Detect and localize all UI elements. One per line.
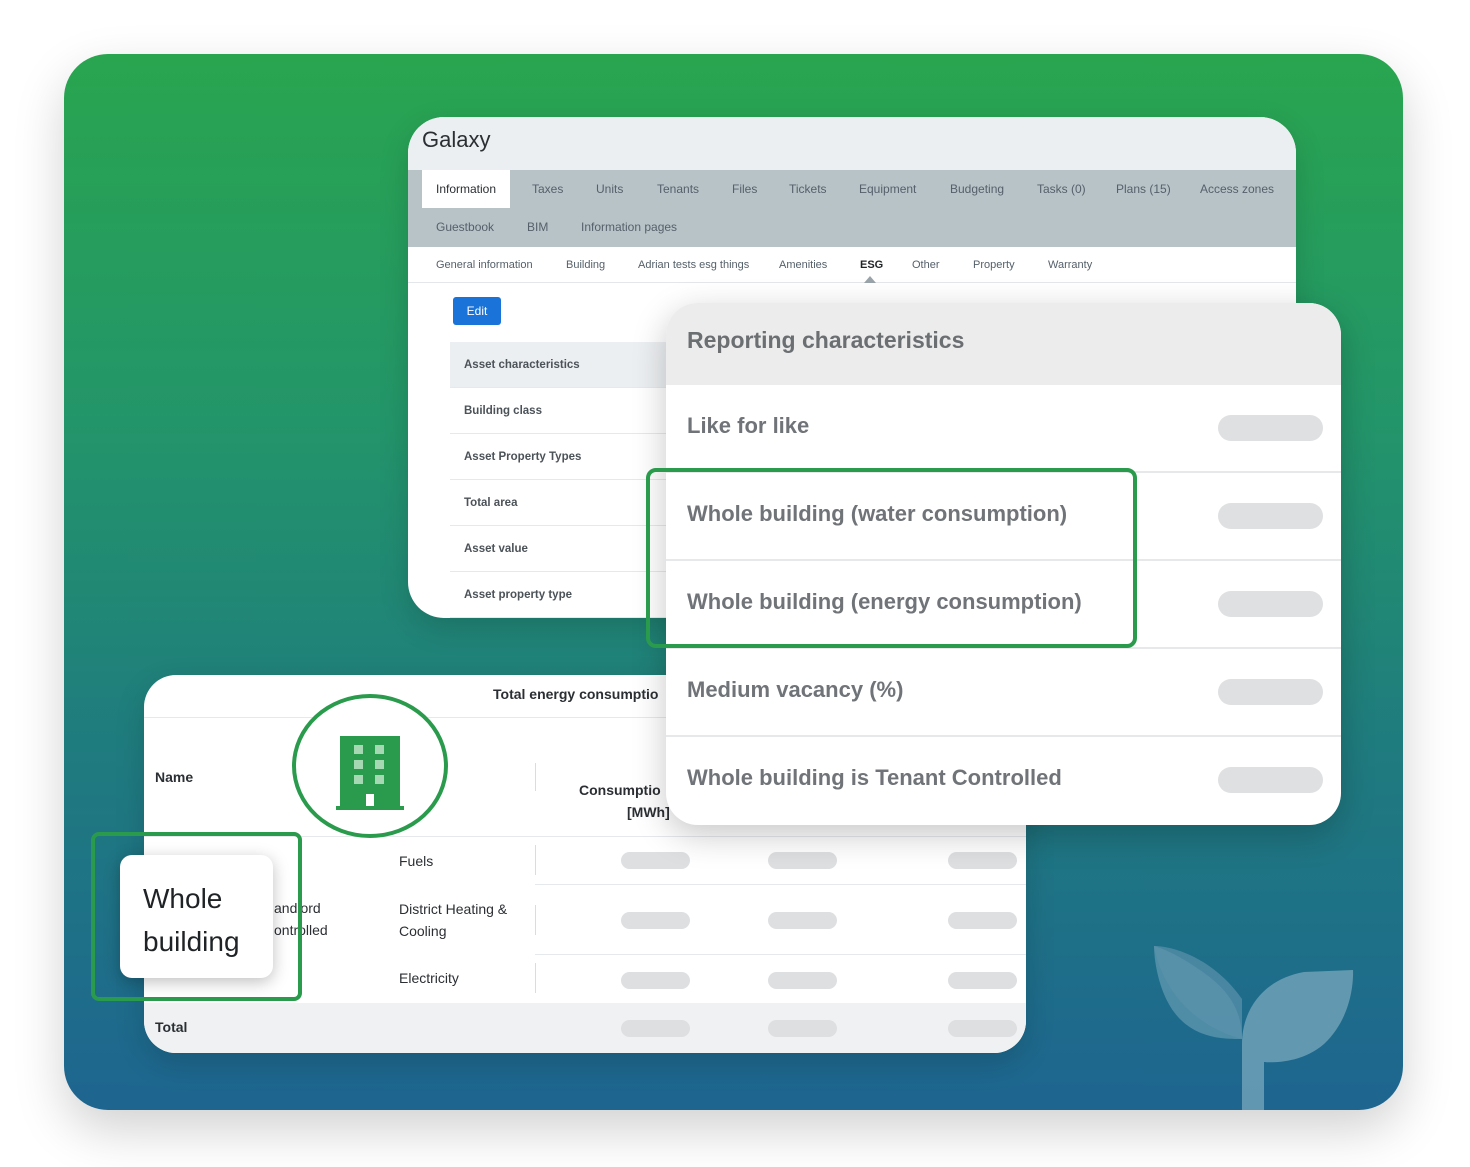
- reporting-title: Reporting characteristics: [666, 303, 1341, 385]
- value-placeholder: [948, 912, 1017, 929]
- subtab-warranty[interactable]: Warranty: [1048, 247, 1092, 283]
- consumption-unit: [MWh]: [627, 804, 670, 820]
- value-placeholder: [768, 852, 837, 869]
- row-label: Like for like: [687, 413, 810, 438]
- row-divider-v: [535, 963, 536, 993]
- consumption-header: Consumptio: [579, 782, 661, 798]
- value-placeholder: [621, 852, 690, 869]
- value-placeholder: [768, 972, 837, 989]
- row-electricity-label: Electricity: [399, 970, 459, 986]
- building-icon-badge: [292, 694, 448, 838]
- tab-taxes[interactable]: Taxes: [532, 170, 563, 208]
- row-fuels-label: Fuels: [399, 853, 434, 869]
- whole-building-line1: Whole: [143, 883, 223, 914]
- tab-bim[interactable]: BIM: [527, 208, 548, 246]
- subtab-general-information[interactable]: General information: [436, 247, 533, 283]
- row-district-heating-label-2: Cooling: [399, 923, 447, 939]
- name-column-header: Name: [155, 769, 194, 785]
- tab-units[interactable]: Units: [596, 170, 623, 208]
- tab-budgeting[interactable]: Budgeting: [950, 170, 1004, 208]
- tab-files[interactable]: Files: [732, 170, 757, 208]
- sub-tabbar: General information Building Adrian test…: [408, 247, 1296, 283]
- tab-equipment[interactable]: Equipment: [859, 170, 916, 208]
- edit-button[interactable]: Edit: [453, 297, 501, 325]
- main-tabbar: Information Taxes Units Tenants Files Ti…: [408, 170, 1296, 247]
- tab-access-zones[interactable]: Access zones: [1200, 170, 1274, 208]
- building-icon: [336, 736, 404, 810]
- toggle-switch[interactable]: [1218, 503, 1323, 529]
- page-title: Galaxy: [422, 127, 491, 152]
- value-placeholder: [768, 912, 837, 929]
- tab-guestbook[interactable]: Guestbook: [436, 208, 494, 246]
- subtab-building[interactable]: Building: [566, 247, 605, 283]
- subtab-property[interactable]: Property: [973, 247, 1015, 283]
- toggle-switch[interactable]: [1218, 679, 1323, 705]
- row-label: Whole building is Tenant Controlled: [687, 765, 1062, 790]
- reporting-row-vacancy: Medium vacancy (%): [666, 649, 1341, 737]
- tab-tasks[interactable]: Tasks (0): [1037, 170, 1086, 208]
- row-label: Medium vacancy (%): [687, 677, 904, 702]
- toggle-switch[interactable]: [1218, 767, 1323, 793]
- row-district-heating-label: District Heating &: [399, 901, 508, 917]
- value-placeholder: [948, 1020, 1017, 1037]
- row-divider-v: [535, 845, 536, 875]
- tab-plans[interactable]: Plans (15): [1116, 170, 1171, 208]
- value-placeholder: [948, 852, 1017, 869]
- total-label: Total: [155, 1019, 188, 1035]
- tab-information-pages[interactable]: Information pages: [581, 208, 677, 246]
- whole-building-rows-highlight: [646, 468, 1137, 648]
- subtab-amenities[interactable]: Amenities: [779, 247, 827, 283]
- row-divider: [535, 884, 1026, 885]
- toggle-switch[interactable]: [1218, 415, 1323, 441]
- header-divider: [535, 763, 536, 791]
- tab-tickets[interactable]: Tickets: [789, 170, 827, 208]
- subtab-other[interactable]: Other: [912, 247, 940, 283]
- value-placeholder: [768, 1020, 837, 1037]
- value-placeholder: [621, 972, 690, 989]
- total-row: [144, 1003, 1026, 1053]
- toggle-switch[interactable]: [1218, 591, 1323, 617]
- value-placeholder: [621, 1020, 690, 1037]
- galaxy-header: Galaxy: [408, 117, 1296, 170]
- value-placeholder: [621, 912, 690, 929]
- row-divider-v: [535, 905, 536, 935]
- whole-building-line2: building: [143, 926, 240, 957]
- reporting-row-tenant-controlled: Whole building is Tenant Controlled: [666, 737, 1341, 825]
- whole-building-card: Whole building: [120, 855, 273, 978]
- subtab-adrian-tests[interactable]: Adrian tests esg things: [638, 247, 749, 283]
- active-subtab-caret: [864, 276, 876, 283]
- tab-tenants[interactable]: Tenants: [657, 170, 699, 208]
- energy-table-title: Total energy consumptio: [493, 686, 659, 702]
- tab-information[interactable]: Information: [422, 170, 511, 208]
- reporting-row-like-for-like: Like for like: [666, 385, 1341, 473]
- row-divider: [535, 954, 1026, 955]
- value-placeholder: [948, 972, 1017, 989]
